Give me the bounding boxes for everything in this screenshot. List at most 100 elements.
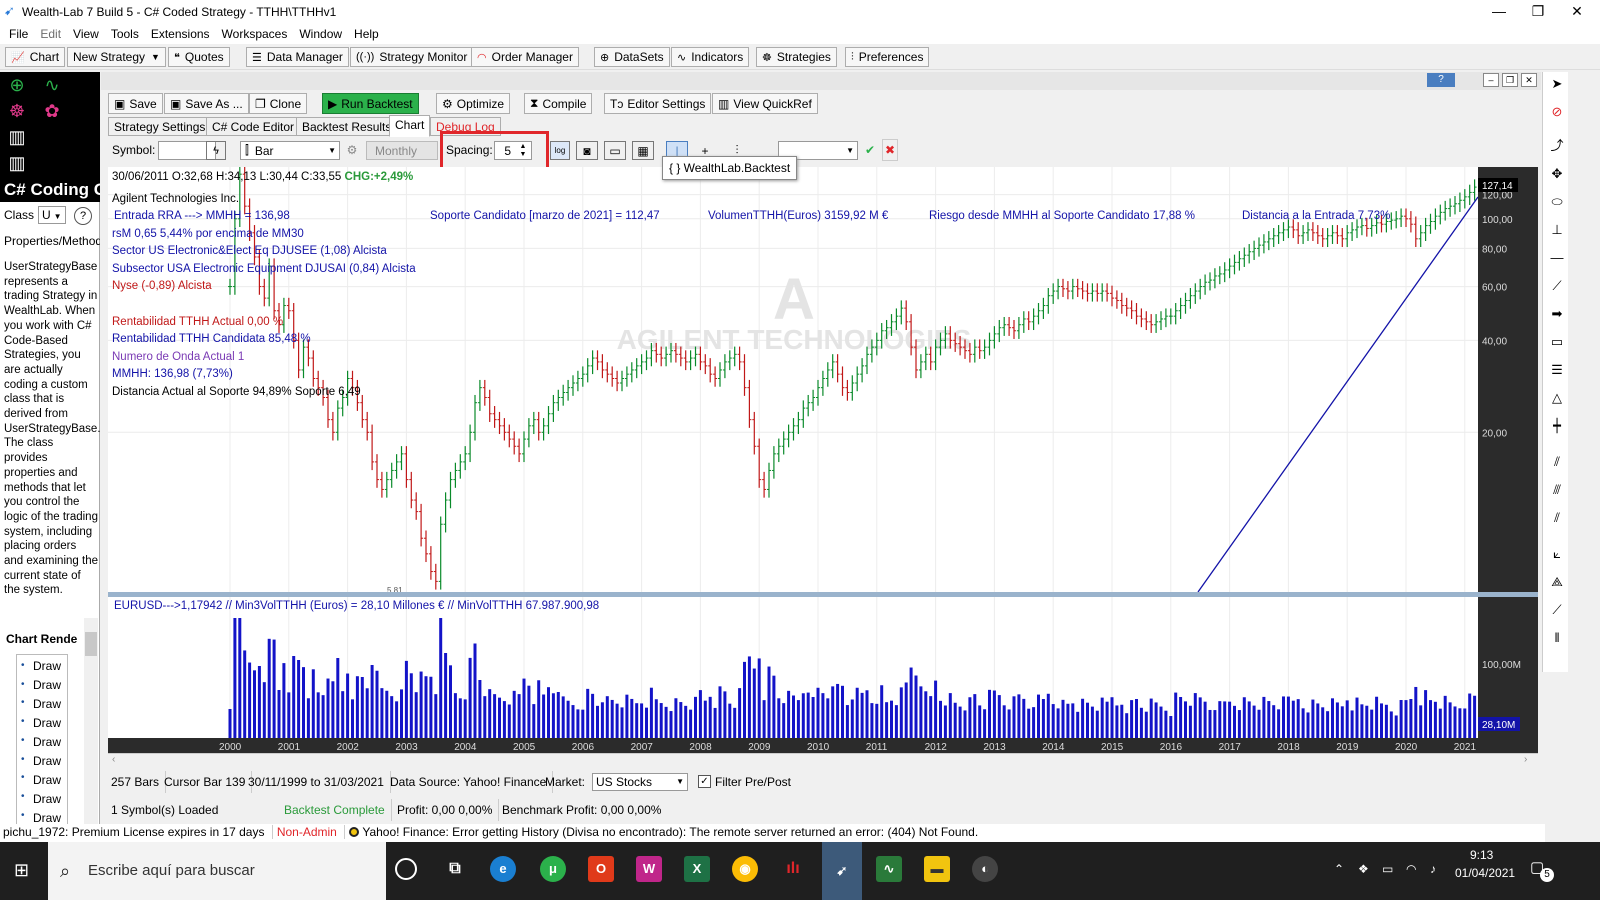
close-window-button[interactable]: ✕ (1554, 0, 1600, 24)
edge-icon[interactable]: e (490, 856, 516, 882)
no-entry-icon[interactable]: ⊘ (1547, 102, 1567, 122)
save-button[interactable]: ▣ Save (108, 93, 163, 114)
lightning-icon[interactable]: ϟ (206, 141, 226, 160)
panel-scrollbar[interactable] (84, 618, 98, 840)
gann-fan-icon[interactable]: ⟁ (1547, 572, 1567, 592)
parallel-channel-icon[interactable]: ⫻ (1547, 480, 1567, 500)
volume-icon[interactable]: ♪ (1430, 862, 1436, 876)
menu-edit[interactable]: Edit (40, 27, 61, 41)
app-icon-disc[interactable]: ◐ (972, 856, 998, 882)
list-item[interactable]: Draw (33, 678, 61, 692)
scale-select[interactable]: Monthly (366, 141, 438, 160)
cortana-icon[interactable] (395, 858, 417, 880)
chart-horizontal-scrollbar[interactable]: ‹ › (108, 753, 1538, 767)
chart-button[interactable]: 📈 Chart (5, 47, 66, 67)
brain-icon[interactable]: ☸ (5, 100, 29, 122)
strategy-monitor-button[interactable]: ((·)) Strategy Monitor (350, 47, 474, 67)
strategies-button[interactable]: ☸ Strategies (756, 47, 837, 67)
calendar-icon[interactable]: ▦ (632, 141, 654, 160)
battery-icon[interactable]: ▭ (1382, 862, 1393, 876)
clock-date[interactable]: 01/04/2021 (1455, 866, 1515, 880)
log-scale-icon[interactable]: log (550, 141, 570, 160)
check-icon[interactable]: ✔ (862, 139, 878, 161)
move-icon[interactable]: ✥ (1547, 164, 1567, 184)
scroll-right-icon[interactable]: › (1524, 754, 1527, 765)
preferences-button[interactable]: ⫶ Preferences (845, 47, 930, 67)
list-item[interactable]: Draw (33, 697, 61, 711)
list-item[interactable]: Draw (33, 811, 61, 825)
pane-icon[interactable]: ▭ (604, 141, 626, 160)
menu-view[interactable]: View (73, 27, 99, 41)
new-strategy-button[interactable]: New Strategy ▼ (67, 47, 166, 67)
screenshot-icon[interactable]: ◙ (576, 141, 598, 160)
cycle-lines-icon[interactable]: ‖ (1547, 628, 1567, 648)
trendline-icon[interactable]: ⟋ (1547, 276, 1567, 296)
datasets-button[interactable]: ⊕ DataSets (594, 47, 670, 67)
office-icon[interactable]: O (588, 856, 614, 882)
cross-icon[interactable]: ✖ (882, 139, 898, 161)
clock-time[interactable]: 9:13 (1470, 848, 1493, 862)
utorrent-icon[interactable]: μ (540, 856, 566, 882)
excel-icon[interactable]: X (684, 856, 710, 882)
pane-splitter[interactable] (108, 592, 1538, 597)
triangle-icon[interactable]: △ (1547, 388, 1567, 408)
regression-icon[interactable]: ⫽ (1547, 508, 1567, 528)
editor-settings-button[interactable]: Tↄ Editor Settings (604, 93, 712, 114)
fibonacci-fan-icon[interactable]: ⟀ (1547, 544, 1567, 564)
speed-lines-icon[interactable]: ⟋ (1547, 600, 1567, 620)
run-backtest-button[interactable]: ▶ Run Backtest (322, 93, 419, 114)
class-select[interactable]: U ▼ (38, 206, 66, 224)
scrollbar-thumb[interactable] (85, 632, 97, 656)
tab-backtest-results[interactable]: Backtest Results (296, 117, 398, 136)
optimize-button[interactable]: ⚙ Optimize (436, 93, 511, 114)
tray-chevron-icon[interactable]: ⌃ (1334, 862, 1344, 876)
app-icon-w[interactable]: W (636, 856, 662, 882)
view-quickref-button[interactable]: ▥ View QuickRef (712, 93, 818, 114)
help-icon[interactable]: ? (1427, 73, 1455, 87)
books-icon[interactable]: ▥ (5, 152, 29, 174)
list-item[interactable]: Draw (33, 792, 61, 806)
menu-workspaces[interactable]: Workspaces (222, 27, 288, 41)
list-item[interactable]: Draw (33, 735, 61, 749)
folder-icon[interactable]: ▬ (924, 856, 950, 882)
menu-tools[interactable]: Tools (111, 27, 139, 41)
list-item[interactable]: Draw (33, 754, 61, 768)
channel-icon[interactable]: ⫽ (1547, 452, 1567, 472)
menu-file[interactable]: File (9, 27, 28, 41)
curve-icon[interactable]: ⤴ (1547, 136, 1567, 156)
close-doc-icon[interactable]: ✕ (1521, 73, 1537, 87)
list-item[interactable]: Draw (33, 659, 61, 673)
wifi-icon[interactable]: ◠ (1406, 862, 1416, 876)
minimize-doc-icon[interactable]: – (1483, 73, 1499, 87)
tab-strategy-settings[interactable]: Strategy Settings (108, 117, 212, 136)
minimize-button[interactable]: — (1476, 0, 1522, 24)
gear-icon[interactable]: ⚙ (344, 139, 360, 161)
order-manager-button[interactable]: ◠ Order Manager (471, 47, 579, 67)
molecule-icon[interactable]: ✿ (40, 100, 64, 122)
library-icon[interactable]: ▥ (5, 126, 29, 148)
tab-code-editor[interactable]: C# Code Editor (206, 117, 301, 136)
globe-icon[interactable]: ⊕ (5, 74, 29, 96)
menu-extensions[interactable]: Extensions (151, 27, 210, 41)
note-icon[interactable]: ☰ (1547, 360, 1567, 380)
ellipse-icon[interactable]: ⬭ (1547, 192, 1567, 212)
data-manager-button[interactable]: ☰ Data Manager (246, 47, 349, 67)
indicators-button[interactable]: ∿ Indicators (671, 47, 750, 67)
dropbox-icon[interactable]: ❖ (1358, 862, 1369, 876)
rectangle-icon[interactable]: ▭ (1547, 332, 1567, 352)
restore-doc-icon[interactable]: ❐ (1502, 73, 1518, 87)
price-chart[interactable]: A AGILENT TECHNOLOGIES 20,00 40,00 60,00 80… (108, 167, 1538, 753)
list-item[interactable]: Draw (33, 773, 61, 787)
scroll-left-icon[interactable]: ‹ (112, 754, 115, 765)
horizontal-line-icon[interactable]: — (1547, 248, 1567, 268)
wealthlab-taskbar-icon[interactable]: ➹ (822, 842, 862, 900)
chrome-icon[interactable]: ◉ (732, 856, 758, 882)
market-select[interactable]: US Stocks ▼ (592, 773, 688, 791)
pointer-icon[interactable]: ➤ (1547, 74, 1567, 94)
wave-icon[interactable]: ∿ (40, 74, 64, 96)
arrow-icon[interactable]: ➡ (1547, 304, 1567, 324)
maximize-button[interactable]: ❐ (1522, 0, 1554, 24)
menu-help[interactable]: Help (354, 27, 379, 41)
compile-button[interactable]: ⧗ Compile (524, 93, 593, 114)
chart-app-icon[interactable]: ∿ (876, 856, 902, 882)
